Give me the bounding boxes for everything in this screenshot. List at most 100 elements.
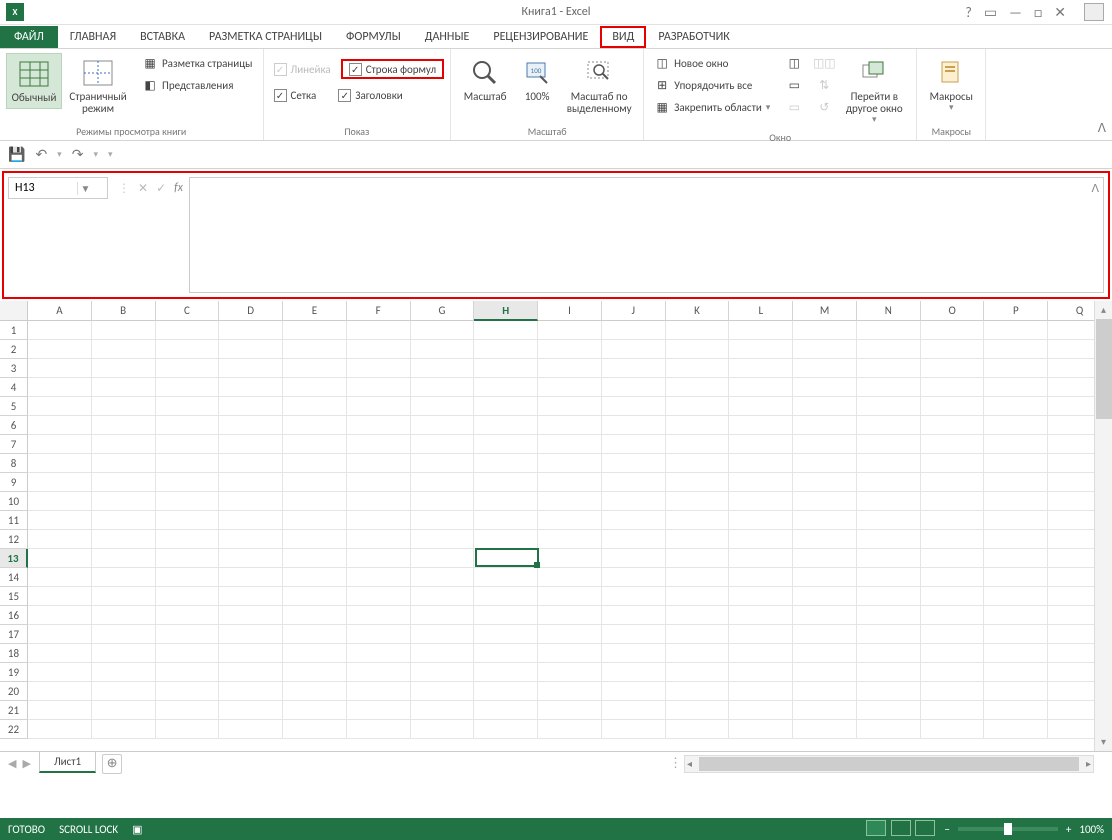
tab-view[interactable]: ВИД [600, 26, 646, 48]
cell[interactable] [729, 682, 793, 701]
cell[interactable] [857, 321, 921, 340]
cell[interactable] [857, 682, 921, 701]
cell[interactable] [411, 530, 475, 549]
row-header[interactable]: 12 [0, 530, 28, 549]
cell[interactable] [411, 587, 475, 606]
cell[interactable] [283, 587, 347, 606]
cell[interactable] [857, 701, 921, 720]
cell[interactable] [411, 435, 475, 454]
cell[interactable] [92, 454, 156, 473]
cell[interactable] [219, 606, 283, 625]
add-sheet-button[interactable]: ⊕ [102, 754, 122, 774]
cell[interactable] [92, 397, 156, 416]
cell[interactable] [666, 378, 730, 397]
newwindow-button[interactable]: ◫ Новое окно [650, 53, 774, 73]
cell[interactable] [857, 416, 921, 435]
cell[interactable] [921, 587, 985, 606]
cell[interactable] [219, 321, 283, 340]
cell[interactable] [793, 454, 857, 473]
checkbox-icon[interactable]: ✓ [349, 63, 362, 76]
scrollbar-thumb[interactable] [1096, 319, 1112, 419]
cell[interactable] [347, 720, 411, 739]
tab-developer[interactable]: РАЗРАБОТЧИК [646, 26, 741, 48]
cell[interactable] [219, 587, 283, 606]
cell[interactable] [793, 568, 857, 587]
save-icon[interactable]: 💾 [8, 146, 25, 163]
ribbon-display-options-icon[interactable]: ▭ [984, 4, 997, 21]
cell[interactable] [921, 378, 985, 397]
cell[interactable] [411, 549, 475, 568]
cell[interactable] [857, 378, 921, 397]
tab-insert[interactable]: ВСТАВКА [128, 26, 197, 48]
cell[interactable] [474, 340, 538, 359]
cell[interactable] [729, 454, 793, 473]
cell[interactable] [474, 606, 538, 625]
cell[interactable] [538, 454, 602, 473]
cell[interactable] [538, 359, 602, 378]
scroll-left-icon[interactable]: ◂ [687, 757, 692, 770]
cell[interactable] [92, 682, 156, 701]
cell[interactable] [411, 720, 475, 739]
cell[interactable] [666, 435, 730, 454]
cell[interactable] [347, 606, 411, 625]
cell[interactable] [92, 530, 156, 549]
cell[interactable] [347, 454, 411, 473]
cell[interactable] [921, 568, 985, 587]
cell[interactable] [729, 549, 793, 568]
cell[interactable] [984, 701, 1048, 720]
cell[interactable] [857, 530, 921, 549]
row-header[interactable]: 6 [0, 416, 28, 435]
cell[interactable] [156, 625, 220, 644]
pagebreak-view-button[interactable]: Страничный режим [64, 53, 132, 119]
cell[interactable] [156, 644, 220, 663]
cell[interactable] [793, 359, 857, 378]
cell[interactable] [156, 720, 220, 739]
cell[interactable] [602, 549, 666, 568]
row-header[interactable]: 3 [0, 359, 28, 378]
cell[interactable] [347, 473, 411, 492]
cell[interactable] [347, 416, 411, 435]
cell[interactable] [729, 530, 793, 549]
cell[interactable] [283, 340, 347, 359]
cell[interactable] [729, 568, 793, 587]
cell[interactable] [411, 454, 475, 473]
cell[interactable] [219, 663, 283, 682]
tab-review[interactable]: РЕЦЕНЗИРОВАНИЕ [481, 26, 600, 48]
cell[interactable] [984, 625, 1048, 644]
user-account-icon[interactable] [1084, 3, 1104, 21]
cell[interactable] [347, 549, 411, 568]
cell[interactable] [984, 549, 1048, 568]
sheet-tab-active[interactable]: Лист1 [39, 752, 96, 773]
cell[interactable] [411, 644, 475, 663]
cell[interactable] [602, 511, 666, 530]
redo-icon[interactable]: ↷ [72, 146, 84, 163]
redo-dropdown-icon[interactable]: ▾ [93, 149, 98, 160]
cell[interactable] [219, 397, 283, 416]
zoom100-button[interactable]: 100 100% [515, 53, 559, 107]
cell[interactable] [666, 549, 730, 568]
maximize-button[interactable]: □ [1034, 4, 1042, 21]
cell[interactable] [283, 720, 347, 739]
cell[interactable] [92, 492, 156, 511]
cell[interactable] [28, 606, 92, 625]
cell[interactable] [283, 663, 347, 682]
scroll-up-icon[interactable]: ▴ [1095, 301, 1112, 319]
cell[interactable] [474, 473, 538, 492]
cell[interactable] [28, 530, 92, 549]
row-header[interactable]: 17 [0, 625, 28, 644]
column-header[interactable]: I [538, 301, 602, 321]
cell[interactable] [984, 359, 1048, 378]
cell[interactable] [219, 435, 283, 454]
cell[interactable] [793, 663, 857, 682]
cell[interactable] [283, 701, 347, 720]
cell[interactable] [921, 720, 985, 739]
cell[interactable] [666, 397, 730, 416]
normal-view-icon[interactable] [866, 820, 886, 836]
cell[interactable] [984, 435, 1048, 454]
cell[interactable] [283, 530, 347, 549]
cell[interactable] [92, 720, 156, 739]
cell[interactable] [602, 606, 666, 625]
cell[interactable] [474, 378, 538, 397]
fx-icon[interactable]: fx [174, 181, 183, 195]
cell[interactable] [857, 397, 921, 416]
